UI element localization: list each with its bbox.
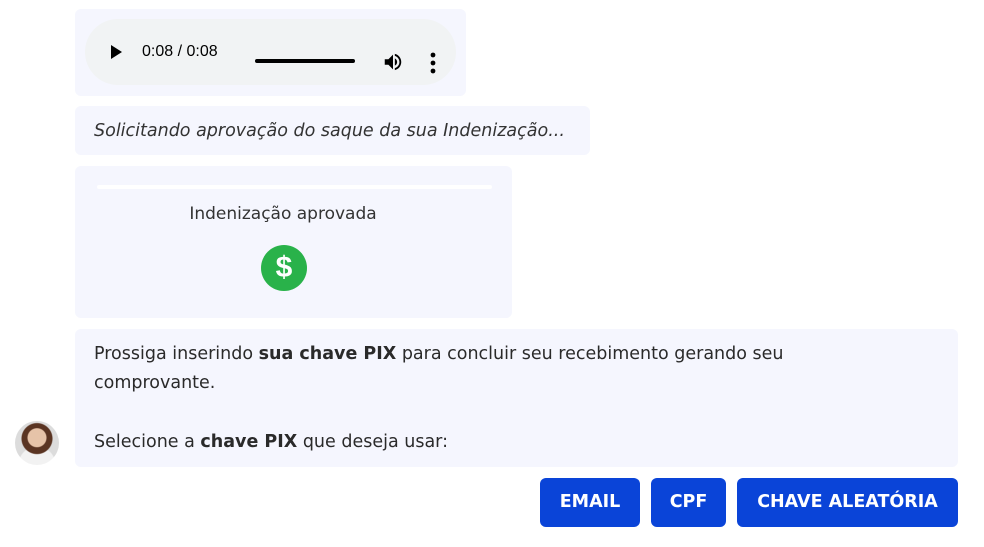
audio-player[interactable]: 0:08 / 0:08: [85, 19, 456, 85]
prompt-text-bold: chave PIX: [200, 432, 298, 452]
status-message-text: Solicitando aprovação do saque da sua In…: [94, 121, 565, 141]
play-icon[interactable]: [111, 45, 122, 59]
cpf-button[interactable]: CPF: [651, 478, 726, 527]
approval-title: Indenização aprovada: [189, 204, 377, 224]
prompt-text-start: Selecione a: [94, 432, 201, 452]
pix-instruction-text: Prossiga inserindo sua chave PIX para co…: [94, 340, 854, 398]
audio-time-separator: /: [173, 43, 187, 60]
approval-card: Indenização aprovada $: [75, 166, 512, 318]
pix-select-prompt: Selecione a chave PIX que deseja usar:: [94, 428, 854, 457]
card-divider: [97, 185, 492, 189]
chave-aleatoria-button[interactable]: CHAVE ALEATÓRIA: [737, 478, 958, 527]
volume-icon[interactable]: [382, 51, 404, 73]
audio-duration: 0:08: [186, 43, 218, 60]
audio-progress-bar[interactable]: [255, 59, 355, 63]
status-message-bubble: Solicitando aprovação do saque da sua In…: [75, 106, 590, 155]
avatar: [15, 421, 59, 465]
instruction-text-start: Prossiga inserindo: [94, 344, 259, 364]
audio-time: 0:08 / 0:08: [142, 41, 218, 63]
dollar-circle-icon: $: [261, 245, 307, 291]
audio-current-time: 0:08: [142, 43, 174, 60]
prompt-text-end: que deseja usar:: [297, 432, 448, 452]
pix-message-bubble: Prossiga inserindo sua chave PIX para co…: [75, 329, 958, 467]
instruction-text-bold: sua chave PIX: [258, 344, 397, 364]
email-button[interactable]: EMAIL: [540, 478, 640, 527]
audio-message-bubble: 0:08 / 0:08: [75, 9, 466, 96]
more-options-icon[interactable]: [430, 52, 436, 74]
